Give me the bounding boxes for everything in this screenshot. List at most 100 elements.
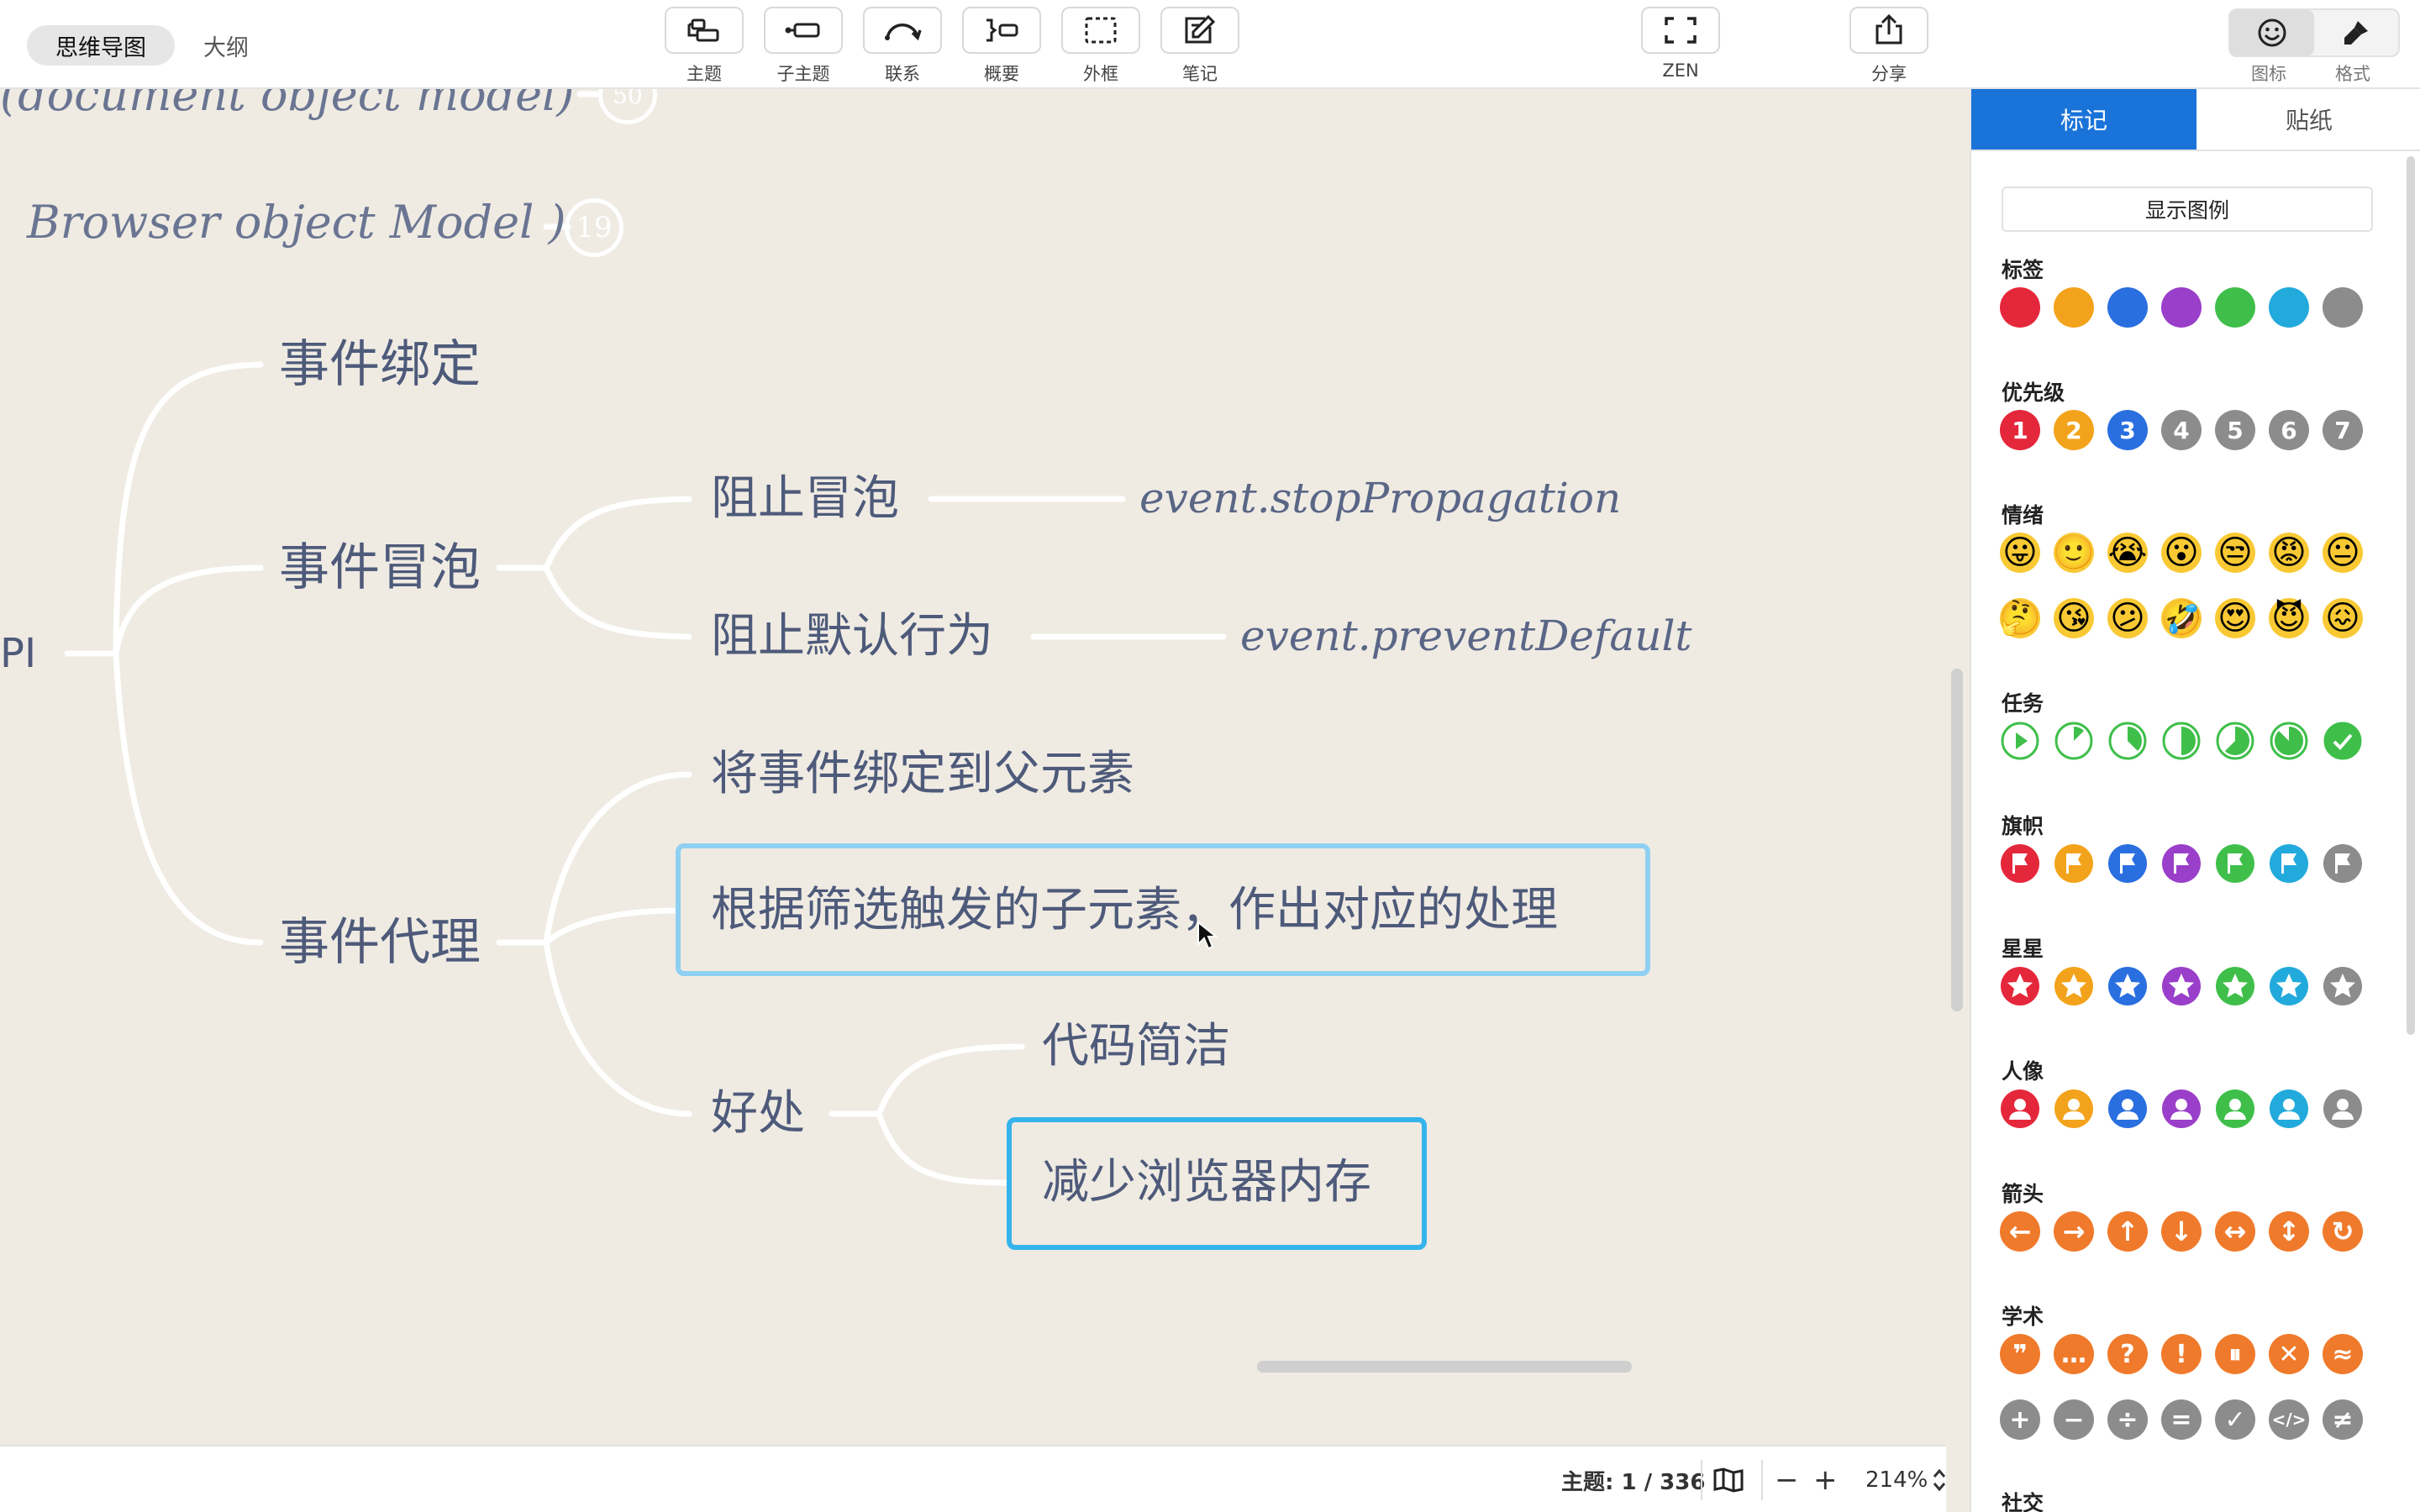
summary-button[interactable]: 概要: [961, 7, 1042, 86]
subtopic-button[interactable]: 子主题: [763, 7, 844, 86]
task-progress-icon[interactable]: [2215, 721, 2255, 761]
node-event-bubbling[interactable]: 事件冒泡: [279, 543, 481, 593]
mood-emoji-icon[interactable]: 😈: [2269, 598, 2309, 638]
academic-symbol-icon[interactable]: ✓: [2215, 1399, 2255, 1440]
arrow-marker-icon[interactable]: →: [2054, 1211, 2094, 1252]
mood-emoji-icon[interactable]: 😖: [2323, 598, 2363, 638]
map-view-button[interactable]: [1712, 1446, 1744, 1512]
task-progress-icon[interactable]: [2269, 721, 2309, 761]
tag-color-dot[interactable]: [2269, 287, 2309, 328]
task-progress-icon[interactable]: [2107, 721, 2148, 761]
node-bind-to-parent[interactable]: 将事件绑定到父元素: [711, 751, 1134, 798]
mood-emoji-icon[interactable]: 🤣: [2160, 598, 2202, 638]
flag-icon[interactable]: [2269, 843, 2309, 884]
star-icon[interactable]: [2269, 966, 2309, 1006]
flag-icon[interactable]: [2107, 843, 2148, 884]
tab-stickers[interactable]: 贴纸: [2196, 89, 2420, 150]
mood-emoji-icon[interactable]: 😕: [2107, 598, 2148, 638]
mood-emoji-icon[interactable]: 🤔: [1999, 598, 2041, 638]
arrow-marker-icon[interactable]: ←: [2000, 1211, 2040, 1252]
node-dom-partial[interactable]: (document object model): [0, 89, 574, 118]
academic-symbol-icon[interactable]: −: [2054, 1399, 2094, 1440]
arrow-marker-icon[interactable]: ↻: [2323, 1211, 2363, 1252]
node-event-delegation[interactable]: 事件代理: [279, 917, 481, 968]
tab-mind-map[interactable]: 思维导图: [27, 25, 175, 66]
node-benefits[interactable]: 好处: [711, 1090, 805, 1137]
star-icon[interactable]: [2107, 966, 2148, 1006]
node-filter-target[interactable]: 根据筛选触发的子元素，作出对应的处理: [711, 887, 1558, 934]
star-icon[interactable]: [2323, 966, 2363, 1006]
tab-markers[interactable]: 标记: [1971, 89, 2196, 150]
star-icon[interactable]: [2054, 966, 2094, 1006]
mood-emoji-icon[interactable]: 😍: [2215, 598, 2255, 638]
tag-color-dot[interactable]: [2323, 287, 2363, 328]
mood-emoji-icon[interactable]: 😛: [2000, 533, 2040, 573]
academic-symbol-icon[interactable]: ⏸: [2215, 1334, 2255, 1374]
zen-button[interactable]: ZEN: [1640, 7, 1721, 81]
tag-color-dot[interactable]: [2215, 287, 2255, 328]
node-badge-bom[interactable]: 19: [565, 198, 623, 257]
arrow-marker-icon[interactable]: ↓: [2161, 1211, 2202, 1252]
mood-emoji-icon[interactable]: 😘: [2054, 598, 2094, 638]
person-icon[interactable]: [2161, 1089, 2202, 1129]
academic-symbol-icon[interactable]: ÷: [2107, 1399, 2148, 1440]
zoom-in-button[interactable]: +: [1813, 1446, 1838, 1512]
share-button[interactable]: 分享: [1849, 7, 1929, 86]
tag-color-dot[interactable]: [2000, 287, 2040, 328]
flag-icon[interactable]: [2054, 843, 2094, 884]
person-icon[interactable]: [2269, 1089, 2309, 1129]
star-icon[interactable]: [2000, 966, 2040, 1006]
zoom-level[interactable]: 214%: [1865, 1446, 1928, 1512]
mood-emoji-icon[interactable]: 🙂: [2053, 533, 2095, 573]
flag-icon[interactable]: [2000, 843, 2040, 884]
node-prevent-default-code[interactable]: event.preventDefault: [1240, 615, 1692, 657]
node-stop-bubbling[interactable]: 阻止冒泡: [711, 475, 899, 522]
mood-emoji-icon[interactable]: 😐: [2323, 533, 2363, 573]
academic-symbol-icon[interactable]: =: [2161, 1399, 2202, 1440]
boundary-button[interactable]: 外框: [1060, 7, 1141, 86]
task-progress-icon[interactable]: [2161, 721, 2202, 761]
task-progress-icon[interactable]: [2054, 721, 2094, 761]
flag-icon[interactable]: [2161, 843, 2202, 884]
star-icon[interactable]: [2161, 966, 2202, 1006]
mood-emoji-icon[interactable]: 😭: [2107, 533, 2148, 573]
task-progress-icon[interactable]: [2323, 721, 2363, 761]
node-concise-code[interactable]: 代码简洁: [1042, 1023, 1230, 1070]
academic-symbol-icon[interactable]: ?: [2107, 1334, 2148, 1374]
academic-symbol-icon[interactable]: ≠: [2323, 1399, 2363, 1440]
mood-emoji-icon[interactable]: 😡: [2269, 533, 2309, 573]
person-icon[interactable]: [2215, 1089, 2255, 1129]
person-icon[interactable]: [2000, 1089, 2040, 1129]
panel-scrollbar[interactable]: [2407, 156, 2415, 1035]
task-progress-icon[interactable]: [2000, 721, 2040, 761]
node-root-partial[interactable]: PI: [0, 633, 36, 674]
show-legend-button[interactable]: 显示图例: [2002, 186, 2373, 232]
person-icon[interactable]: [2107, 1089, 2148, 1129]
academic-symbol-icon[interactable]: …: [2054, 1334, 2094, 1374]
arrow-marker-icon[interactable]: ↕: [2269, 1211, 2309, 1252]
priority-3-icon[interactable]: 3: [2107, 410, 2148, 450]
priority-7-icon[interactable]: 7: [2323, 410, 2363, 450]
mind-map-canvas[interactable]: (document object model) 50 Browser objec…: [0, 89, 1946, 1445]
node-bom[interactable]: Browser object Model ): [27, 200, 566, 245]
academic-symbol-icon[interactable]: !: [2161, 1334, 2202, 1374]
tag-color-dot[interactable]: [2107, 287, 2148, 328]
horizontal-scrollbar[interactable]: [1257, 1361, 1632, 1373]
zoom-stepper[interactable]: [1933, 1446, 1946, 1512]
mood-emoji-icon[interactable]: 😮: [2161, 533, 2202, 573]
tag-color-dot[interactable]: [2054, 287, 2094, 328]
format-panel-button[interactable]: [2314, 10, 2398, 55]
flag-icon[interactable]: [2323, 843, 2363, 884]
tab-outline[interactable]: 大纲: [175, 25, 277, 66]
zoom-out-button[interactable]: −: [1775, 1446, 1799, 1512]
arrow-marker-icon[interactable]: ↑: [2107, 1211, 2148, 1252]
academic-symbol-icon[interactable]: +: [2000, 1399, 2040, 1440]
person-icon[interactable]: [2323, 1089, 2363, 1129]
icons-panel-button[interactable]: [2230, 10, 2314, 55]
academic-symbol-icon[interactable]: ≈: [2323, 1334, 2363, 1374]
priority-6-icon[interactable]: 6: [2269, 410, 2309, 450]
academic-symbol-icon[interactable]: ❞: [2000, 1334, 2040, 1374]
node-prevent-default[interactable]: 阻止默认行为: [711, 613, 993, 660]
vertical-scrollbar[interactable]: [1951, 669, 1963, 1011]
priority-1-icon[interactable]: 1: [2000, 410, 2040, 450]
